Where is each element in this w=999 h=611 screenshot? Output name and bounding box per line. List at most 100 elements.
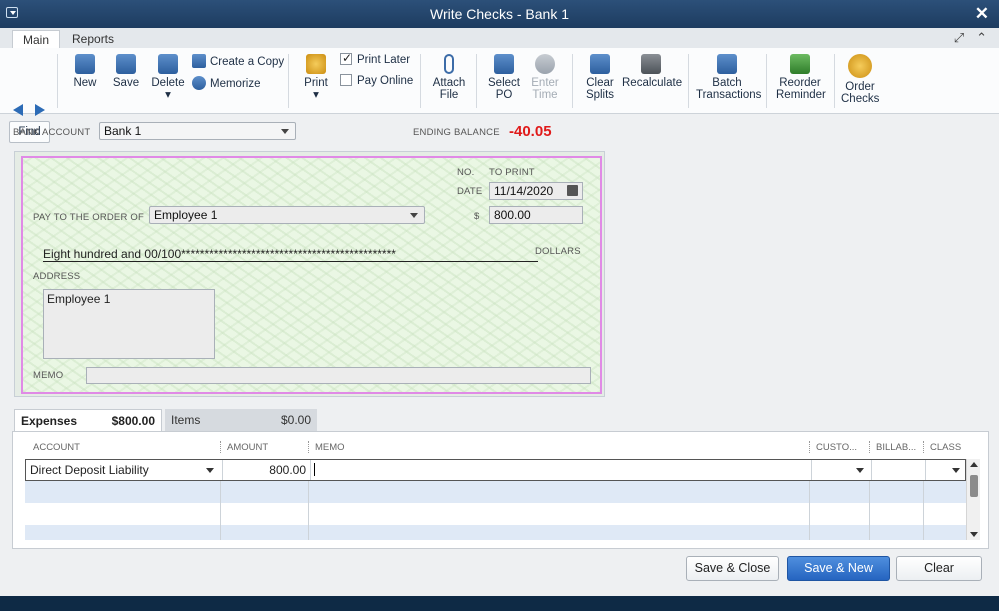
table-row[interactable] <box>25 481 966 503</box>
chevron-down-icon[interactable] <box>856 468 864 473</box>
select-label-1: Select <box>488 77 520 89</box>
pay-online-label: Pay Online <box>357 75 414 87</box>
next-arrow-icon[interactable] <box>35 104 45 116</box>
reorder-label-2: Reminder <box>776 89 826 101</box>
check-no-label: NO. <box>457 167 475 178</box>
ribbon-controls: ⤢ ⌃ <box>942 30 987 46</box>
collapse-ribbon-icon[interactable]: ⌃ <box>976 30 987 45</box>
copy-icon <box>192 54 206 68</box>
memo-field[interactable] <box>86 367 591 384</box>
chevron-down-icon[interactable] <box>952 468 960 473</box>
address-field[interactable]: Employee 1 <box>43 289 215 359</box>
column-header-memo[interactable]: MEMO <box>315 442 345 453</box>
clear-label-1: Clear <box>586 77 614 89</box>
ending-balance-value: -40.05 <box>509 123 552 140</box>
scrollbar-thumb[interactable] <box>970 475 978 497</box>
title-bar: Write Checks - Bank 1 ✕ <box>0 0 999 28</box>
chevron-down-icon: ▾ <box>313 89 319 101</box>
scroll-down-icon[interactable] <box>970 532 978 537</box>
check-panel: NO. TO PRINT DATE 11/14/2020 PAY TO THE … <box>14 151 605 397</box>
dollars-label: DOLLARS <box>535 246 581 257</box>
check-face: NO. TO PRINT DATE 11/14/2020 PAY TO THE … <box>21 156 602 394</box>
print-later-label: Print Later <box>357 54 411 66</box>
memorize-label: Memorize <box>210 78 261 90</box>
memo-label: MEMO <box>33 370 64 381</box>
new-icon <box>75 54 95 74</box>
print-button[interactable]: Print ▾ <box>302 52 330 101</box>
tab-expenses[interactable]: Expenses $800.00 <box>14 409 162 431</box>
account-cell[interactable]: Direct Deposit Liability <box>30 463 149 477</box>
order-checks-button[interactable]: Order Checks <box>841 52 879 105</box>
clear-splits-button[interactable]: Clear Splits <box>584 52 616 101</box>
tab-reports[interactable]: Reports <box>62 30 124 48</box>
clear-button[interactable]: Clear <box>896 556 982 581</box>
pay-online-check[interactable] <box>340 74 352 86</box>
new-button[interactable]: New <box>72 52 98 89</box>
reorder-reminder-button[interactable]: Reorder Reminder <box>776 52 826 101</box>
payee-value: Employee 1 <box>154 208 218 222</box>
window-title: Write Checks - Bank 1 <box>429 6 569 22</box>
expand-icon[interactable]: ⤢ <box>954 30 964 45</box>
expenses-tab-label: Expenses <box>21 414 78 428</box>
column-header-account[interactable]: ACCOUNT <box>33 442 80 453</box>
items-tab-label: Items <box>171 413 201 427</box>
address-label: ADDRESS <box>33 271 81 282</box>
bank-account-label: BANK ACCOUNT <box>13 127 91 138</box>
ribbon-toolbar: Find New Save Delete ▾ Create a Copy Memo… <box>0 48 999 143</box>
chevron-down-icon[interactable] <box>206 468 214 473</box>
print-later-check[interactable] <box>340 51 352 65</box>
print-later-checkbox[interactable]: Print Later <box>340 51 411 66</box>
payee-dropdown[interactable]: Employee 1 <box>149 206 425 224</box>
column-header-amount[interactable]: AMOUNT <box>227 442 268 453</box>
memorize-button[interactable]: Memorize <box>192 76 260 90</box>
scroll-up-icon[interactable] <box>970 462 978 467</box>
column-header-customer[interactable]: CUSTO... <box>816 442 857 453</box>
column-header-billable[interactable]: BILLAB... <box>876 442 916 453</box>
amount-cell[interactable]: 800.00 <box>226 463 306 477</box>
date-field[interactable]: 11/14/2020 <box>489 182 583 200</box>
order-label-1: Order <box>845 81 875 93</box>
print-label: Print <box>304 77 328 89</box>
close-icon[interactable]: ✕ <box>975 4 989 24</box>
detail-tabs: Expenses $800.00 Items $0.00 <box>14 409 319 431</box>
stopwatch-icon <box>535 54 555 74</box>
dollar-sign: $ <box>474 211 480 222</box>
save-new-button[interactable]: Save & New <box>787 556 890 581</box>
reorder-icon <box>790 54 810 74</box>
select-po-button[interactable]: Select PO <box>487 52 521 101</box>
expenses-tab-amount: $800.00 <box>111 414 155 428</box>
select-po-icon <box>494 54 514 74</box>
amount-field[interactable]: 800.00 <box>489 206 583 224</box>
save-button[interactable]: Save <box>112 52 140 89</box>
bank-account-dropdown[interactable]: Bank 1 <box>99 122 296 140</box>
bank-account-value: Bank 1 <box>104 124 142 138</box>
print-icon <box>306 54 326 74</box>
tab-main[interactable]: Main <box>12 30 61 48</box>
amount-in-words: Eight hundred and 00/100****************… <box>43 247 538 262</box>
order-checks-icon <box>848 54 872 78</box>
save-label: Save <box>112 77 140 89</box>
vertical-scrollbar[interactable] <box>966 459 980 540</box>
memorize-icon <box>192 76 206 90</box>
create-copy-button[interactable]: Create a Copy <box>192 54 284 68</box>
previous-arrow-icon[interactable] <box>13 104 23 116</box>
delete-button[interactable]: Delete ▾ <box>150 52 186 101</box>
save-close-button[interactable]: Save & Close <box>686 556 779 581</box>
pay-to-label: PAY TO THE ORDER OF <box>33 212 144 223</box>
recalculate-button[interactable]: Recalculate <box>622 52 682 89</box>
tab-items[interactable]: Items $0.00 <box>165 409 317 431</box>
table-row[interactable] <box>25 503 966 525</box>
table-row[interactable] <box>25 525 966 540</box>
pay-online-checkbox[interactable]: Pay Online <box>340 74 413 87</box>
background-strip <box>0 596 999 611</box>
calculator-icon <box>641 54 661 74</box>
calendar-icon[interactable] <box>567 185 578 196</box>
column-header-class[interactable]: CLASS <box>930 442 961 453</box>
batch-transactions-button[interactable]: Batch Transactions <box>696 52 761 101</box>
attach-file-button[interactable]: Attach File <box>432 52 466 101</box>
table-row-selected[interactable]: Direct Deposit Liability 800.00 <box>25 459 966 481</box>
ribbon-tab-bar: Main Reports ⤢ ⌃ <box>0 28 999 48</box>
order-label-2: Checks <box>841 93 880 105</box>
enter-time-button[interactable]: Enter Time <box>529 52 561 101</box>
enter-label-1: Enter <box>531 77 559 89</box>
